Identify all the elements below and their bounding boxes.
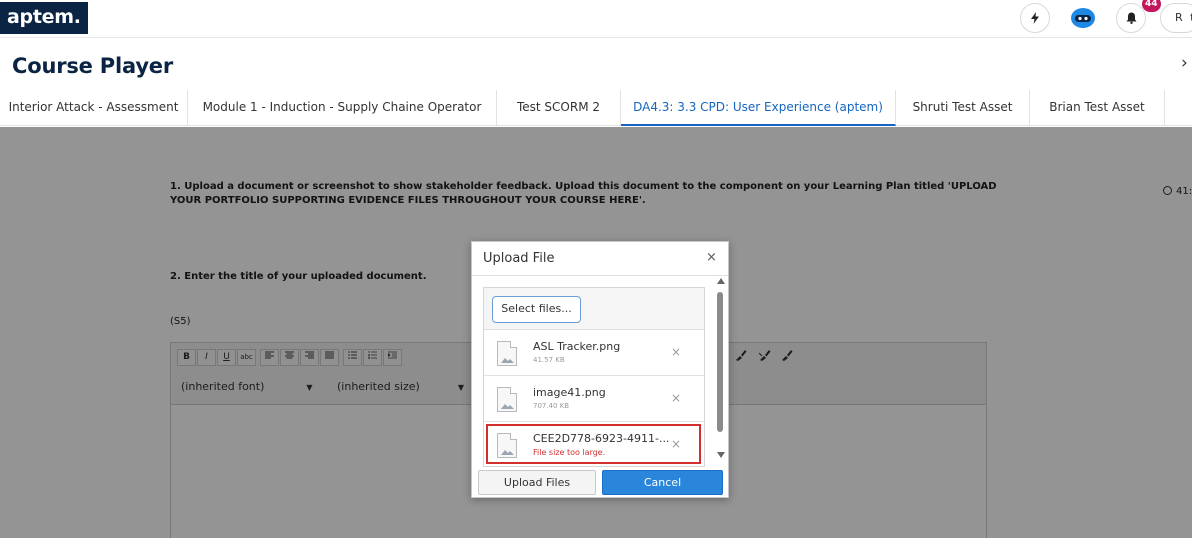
top-bar: aptem. 44 R t [0, 0, 1192, 38]
lightning-button[interactable] [1020, 3, 1050, 33]
dialog-title: Upload File [483, 251, 555, 266]
file-name: image41.png [533, 386, 606, 399]
scroll-down-icon[interactable] [717, 452, 725, 458]
dialog-header: Upload File × [472, 242, 728, 276]
image-file-icon [497, 387, 517, 412]
dialog-footer: Upload Files Cancel [472, 468, 728, 498]
file-name: ASL Tracker.png [533, 340, 621, 353]
image-file-icon [497, 341, 517, 366]
aptem-logo[interactable]: aptem. [0, 2, 88, 34]
assistant-bot-button[interactable] [1068, 3, 1098, 33]
remove-file-icon[interactable]: × [671, 391, 681, 405]
upload-files-button[interactable]: Upload Files [478, 470, 596, 495]
tab-da4-3-cpd[interactable]: DA4.3: 3.3 CPD: User Experience (aptem) [621, 90, 896, 126]
tab-module-1-induction[interactable]: Module 1 - Induction - Supply Chaine Ope… [188, 90, 497, 126]
file-list-scrollbar[interactable] [715, 278, 725, 458]
file-size: 41.57 KB [533, 356, 565, 364]
select-files-button[interactable]: Select files... [492, 296, 581, 323]
lightning-icon [1031, 12, 1039, 24]
remove-file-icon[interactable]: × [671, 345, 681, 359]
robot-icon [1071, 8, 1095, 28]
course-tabs: Interior Attack - Assessment Module 1 - … [0, 90, 1192, 126]
uploader-header: Select files... [484, 288, 704, 330]
tab-shruti-test-asset[interactable]: Shruti Test Asset [896, 90, 1030, 126]
tab-test-scorm-2[interactable]: Test SCORM 2 [497, 90, 621, 126]
tab-interior-attack[interactable]: Interior Attack - Assessment [0, 90, 188, 126]
scroll-thumb[interactable] [717, 292, 723, 432]
collapse-icon[interactable]: › [1181, 53, 1188, 73]
bell-icon [1126, 12, 1136, 24]
notifications-button[interactable] [1116, 3, 1146, 33]
file-list-item: image41.png 707.40 KB × [484, 377, 704, 422]
user-avatar[interactable]: R t [1160, 3, 1192, 33]
file-size: 707.40 KB [533, 402, 570, 410]
close-icon[interactable]: × [706, 250, 717, 265]
page-title: Course Player [12, 54, 174, 78]
scroll-up-icon[interactable] [717, 278, 725, 284]
file-list-item: ASL Tracker.png 41.57 KB × [484, 331, 704, 376]
notification-count-badge: 44 [1142, 0, 1161, 12]
tab-brian-test-asset[interactable]: Brian Test Asset [1030, 90, 1165, 126]
cancel-button[interactable]: Cancel [602, 470, 723, 495]
error-highlight-outline [486, 424, 701, 464]
